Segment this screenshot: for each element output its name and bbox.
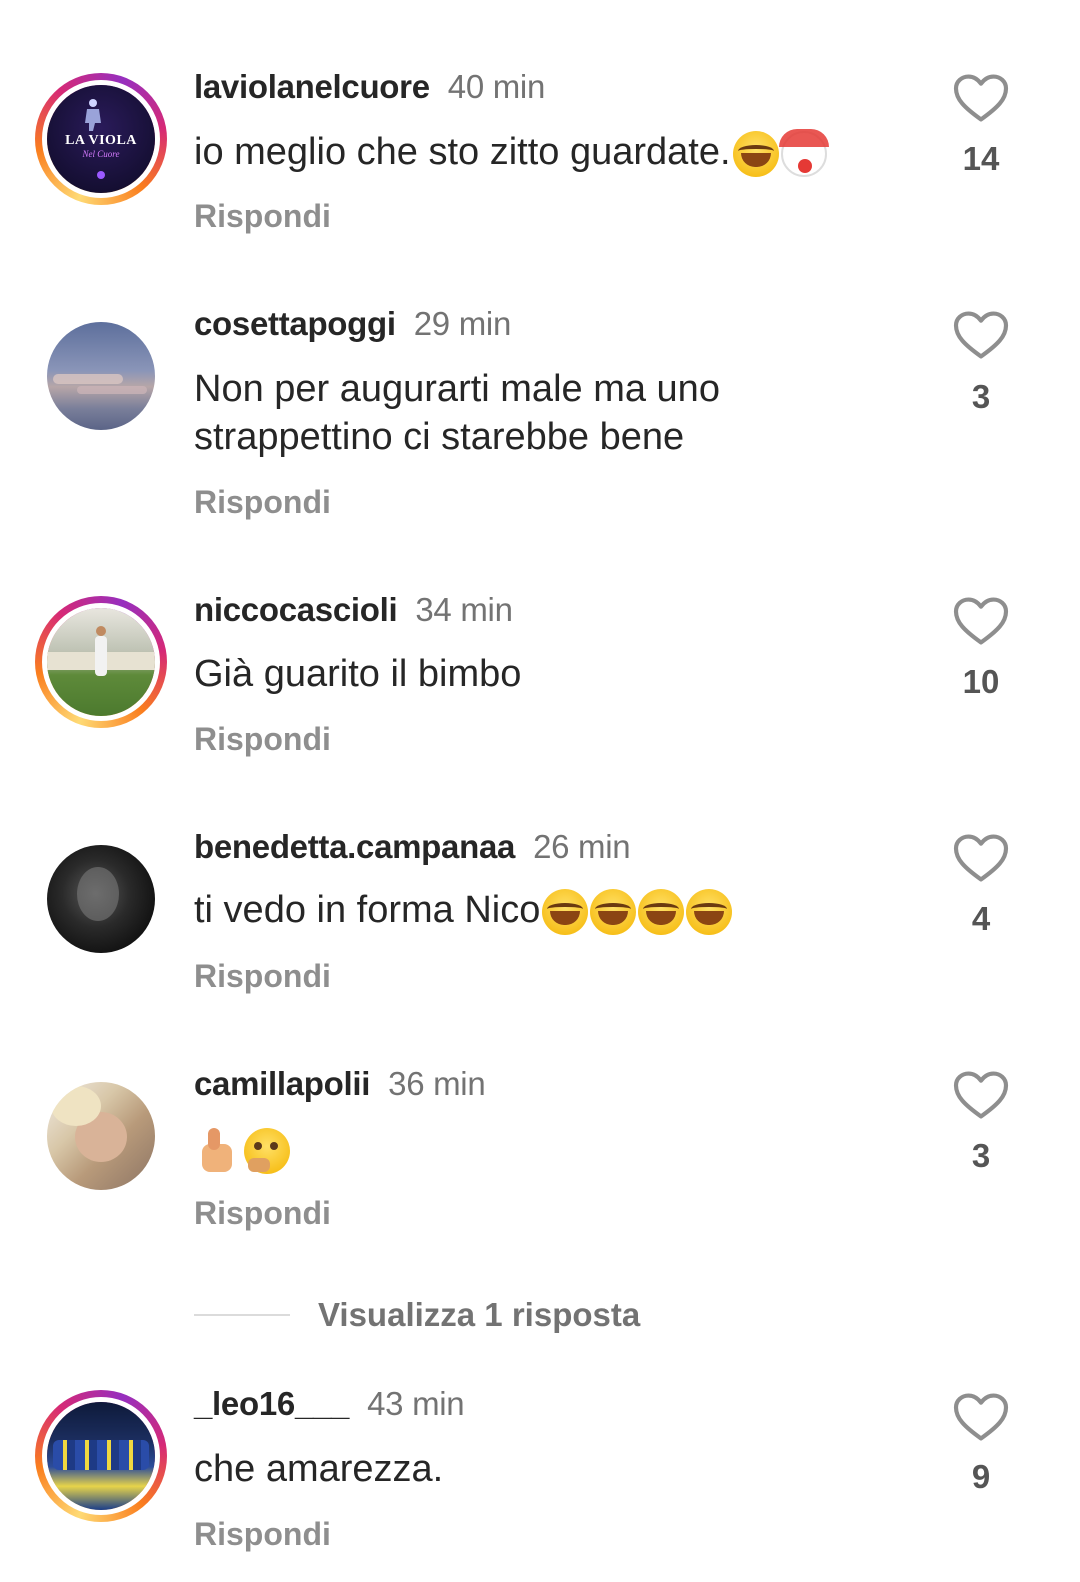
avatar[interactable] xyxy=(35,1070,167,1202)
avatar[interactable] xyxy=(35,1390,167,1522)
username-text[interactable]: niccocascioli xyxy=(194,591,398,628)
comment-text: che amarezza. xyxy=(194,1445,914,1493)
like-count: 14 xyxy=(962,140,1000,177)
comment-text-body: Non per augurarti male ma uno strappetti… xyxy=(194,368,720,458)
username-text[interactable]: camillapolii xyxy=(194,1065,370,1102)
like-count: 10 xyxy=(962,663,1000,700)
comment-text: Non per augurarti male ma uno strappetti… xyxy=(194,365,834,461)
heart-outline-icon[interactable] xyxy=(952,1392,1010,1442)
like-count: 3 xyxy=(971,378,991,415)
face-shape xyxy=(77,867,119,921)
heart-outline-icon[interactable] xyxy=(952,310,1010,360)
comment-username[interactable]: cosettapoggi 29 min xyxy=(194,305,511,343)
replies-divider-line xyxy=(194,1314,290,1316)
comment-username[interactable]: laviolanelcuore 40 min xyxy=(194,68,545,106)
avatar-logo-text: LA VIOLA xyxy=(65,133,137,148)
hair-shape xyxy=(51,1086,101,1126)
username-text[interactable]: cosettapoggi xyxy=(194,305,396,342)
username-text[interactable]: benedetta.campanaa xyxy=(194,828,515,865)
comment-text-body: io meglio che sto zitto guardate. xyxy=(194,131,731,173)
avatar[interactable] xyxy=(35,596,167,728)
avatar[interactable]: LA VIOLA Nel Cuore xyxy=(35,73,167,205)
clown-emoji-icon xyxy=(778,128,829,177)
like-count: 9 xyxy=(971,1458,991,1495)
reply-button[interactable]: Rispondi xyxy=(194,198,331,235)
comment-text-body: che amarezza. xyxy=(194,1448,444,1490)
player-silhouette-icon xyxy=(85,99,101,131)
comment-text: io meglio che sto zitto guardate. xyxy=(194,128,914,177)
heart-outline-icon[interactable] xyxy=(952,596,1010,646)
like-count: 4 xyxy=(971,900,991,937)
laughing-tears-emoji-icon xyxy=(590,888,637,935)
comment-username[interactable]: benedetta.campanaa 26 min xyxy=(194,828,631,866)
comment-username[interactable]: _leo16___ 43 min xyxy=(194,1385,465,1423)
heart-outline-icon[interactable] xyxy=(952,73,1010,123)
reply-button[interactable]: Rispondi xyxy=(194,721,331,758)
thumbs-up-emoji-icon xyxy=(196,1127,242,1174)
laughing-tears-emoji-icon xyxy=(638,888,685,935)
cloud-shape xyxy=(77,386,147,394)
laughing-tears-emoji-icon xyxy=(686,888,733,935)
reply-button[interactable]: Rispondi xyxy=(194,958,331,995)
avatar[interactable] xyxy=(35,833,167,965)
player-figure xyxy=(95,636,107,676)
team-group-shape xyxy=(53,1440,149,1470)
lily-icon xyxy=(97,171,105,179)
comment-text: Già guarito il bimbo xyxy=(194,650,914,698)
comment-username[interactable]: niccocascioli 34 min xyxy=(194,591,513,629)
laughing-tears-emoji-icon xyxy=(542,888,589,935)
comment-time: 29 min xyxy=(413,305,512,342)
player-head xyxy=(96,626,106,636)
comment-text: ti vedo in forma Nico xyxy=(194,886,914,935)
avatar[interactable] xyxy=(35,310,167,442)
like-count: 3 xyxy=(971,1137,991,1174)
comment-time: 43 min xyxy=(367,1385,465,1422)
comment-time: 34 min xyxy=(415,591,513,628)
avatar-logo-subtext: Nel Cuore xyxy=(82,149,120,159)
view-replies-label[interactable]: Visualizza 1 risposta xyxy=(318,1296,640,1334)
comment-text-body: ti vedo in forma Nico xyxy=(194,889,541,931)
heart-outline-icon[interactable] xyxy=(952,833,1010,883)
username-text[interactable]: laviolanelcuore xyxy=(194,68,430,105)
comment-time: 40 min xyxy=(447,68,546,105)
reply-button[interactable]: Rispondi xyxy=(194,1516,331,1553)
comment-time: 26 min xyxy=(533,828,631,865)
username-text[interactable]: _leo16___ xyxy=(194,1385,349,1422)
comment-text-body: Già guarito il bimbo xyxy=(194,653,522,695)
view-replies-button[interactable]: Visualizza 1 risposta xyxy=(194,1293,640,1337)
reply-button[interactable]: Rispondi xyxy=(194,484,331,521)
cloud-shape xyxy=(53,374,123,384)
comment-username[interactable]: camillapolii 36 min xyxy=(194,1065,486,1103)
heart-outline-icon[interactable] xyxy=(952,1070,1010,1120)
comment-time: 36 min xyxy=(388,1065,486,1102)
comment-text xyxy=(194,1125,914,1174)
reply-button[interactable]: Rispondi xyxy=(194,1195,331,1232)
laughing-tears-emoji-icon xyxy=(732,130,779,177)
thinking-face-emoji-icon xyxy=(244,1127,290,1174)
